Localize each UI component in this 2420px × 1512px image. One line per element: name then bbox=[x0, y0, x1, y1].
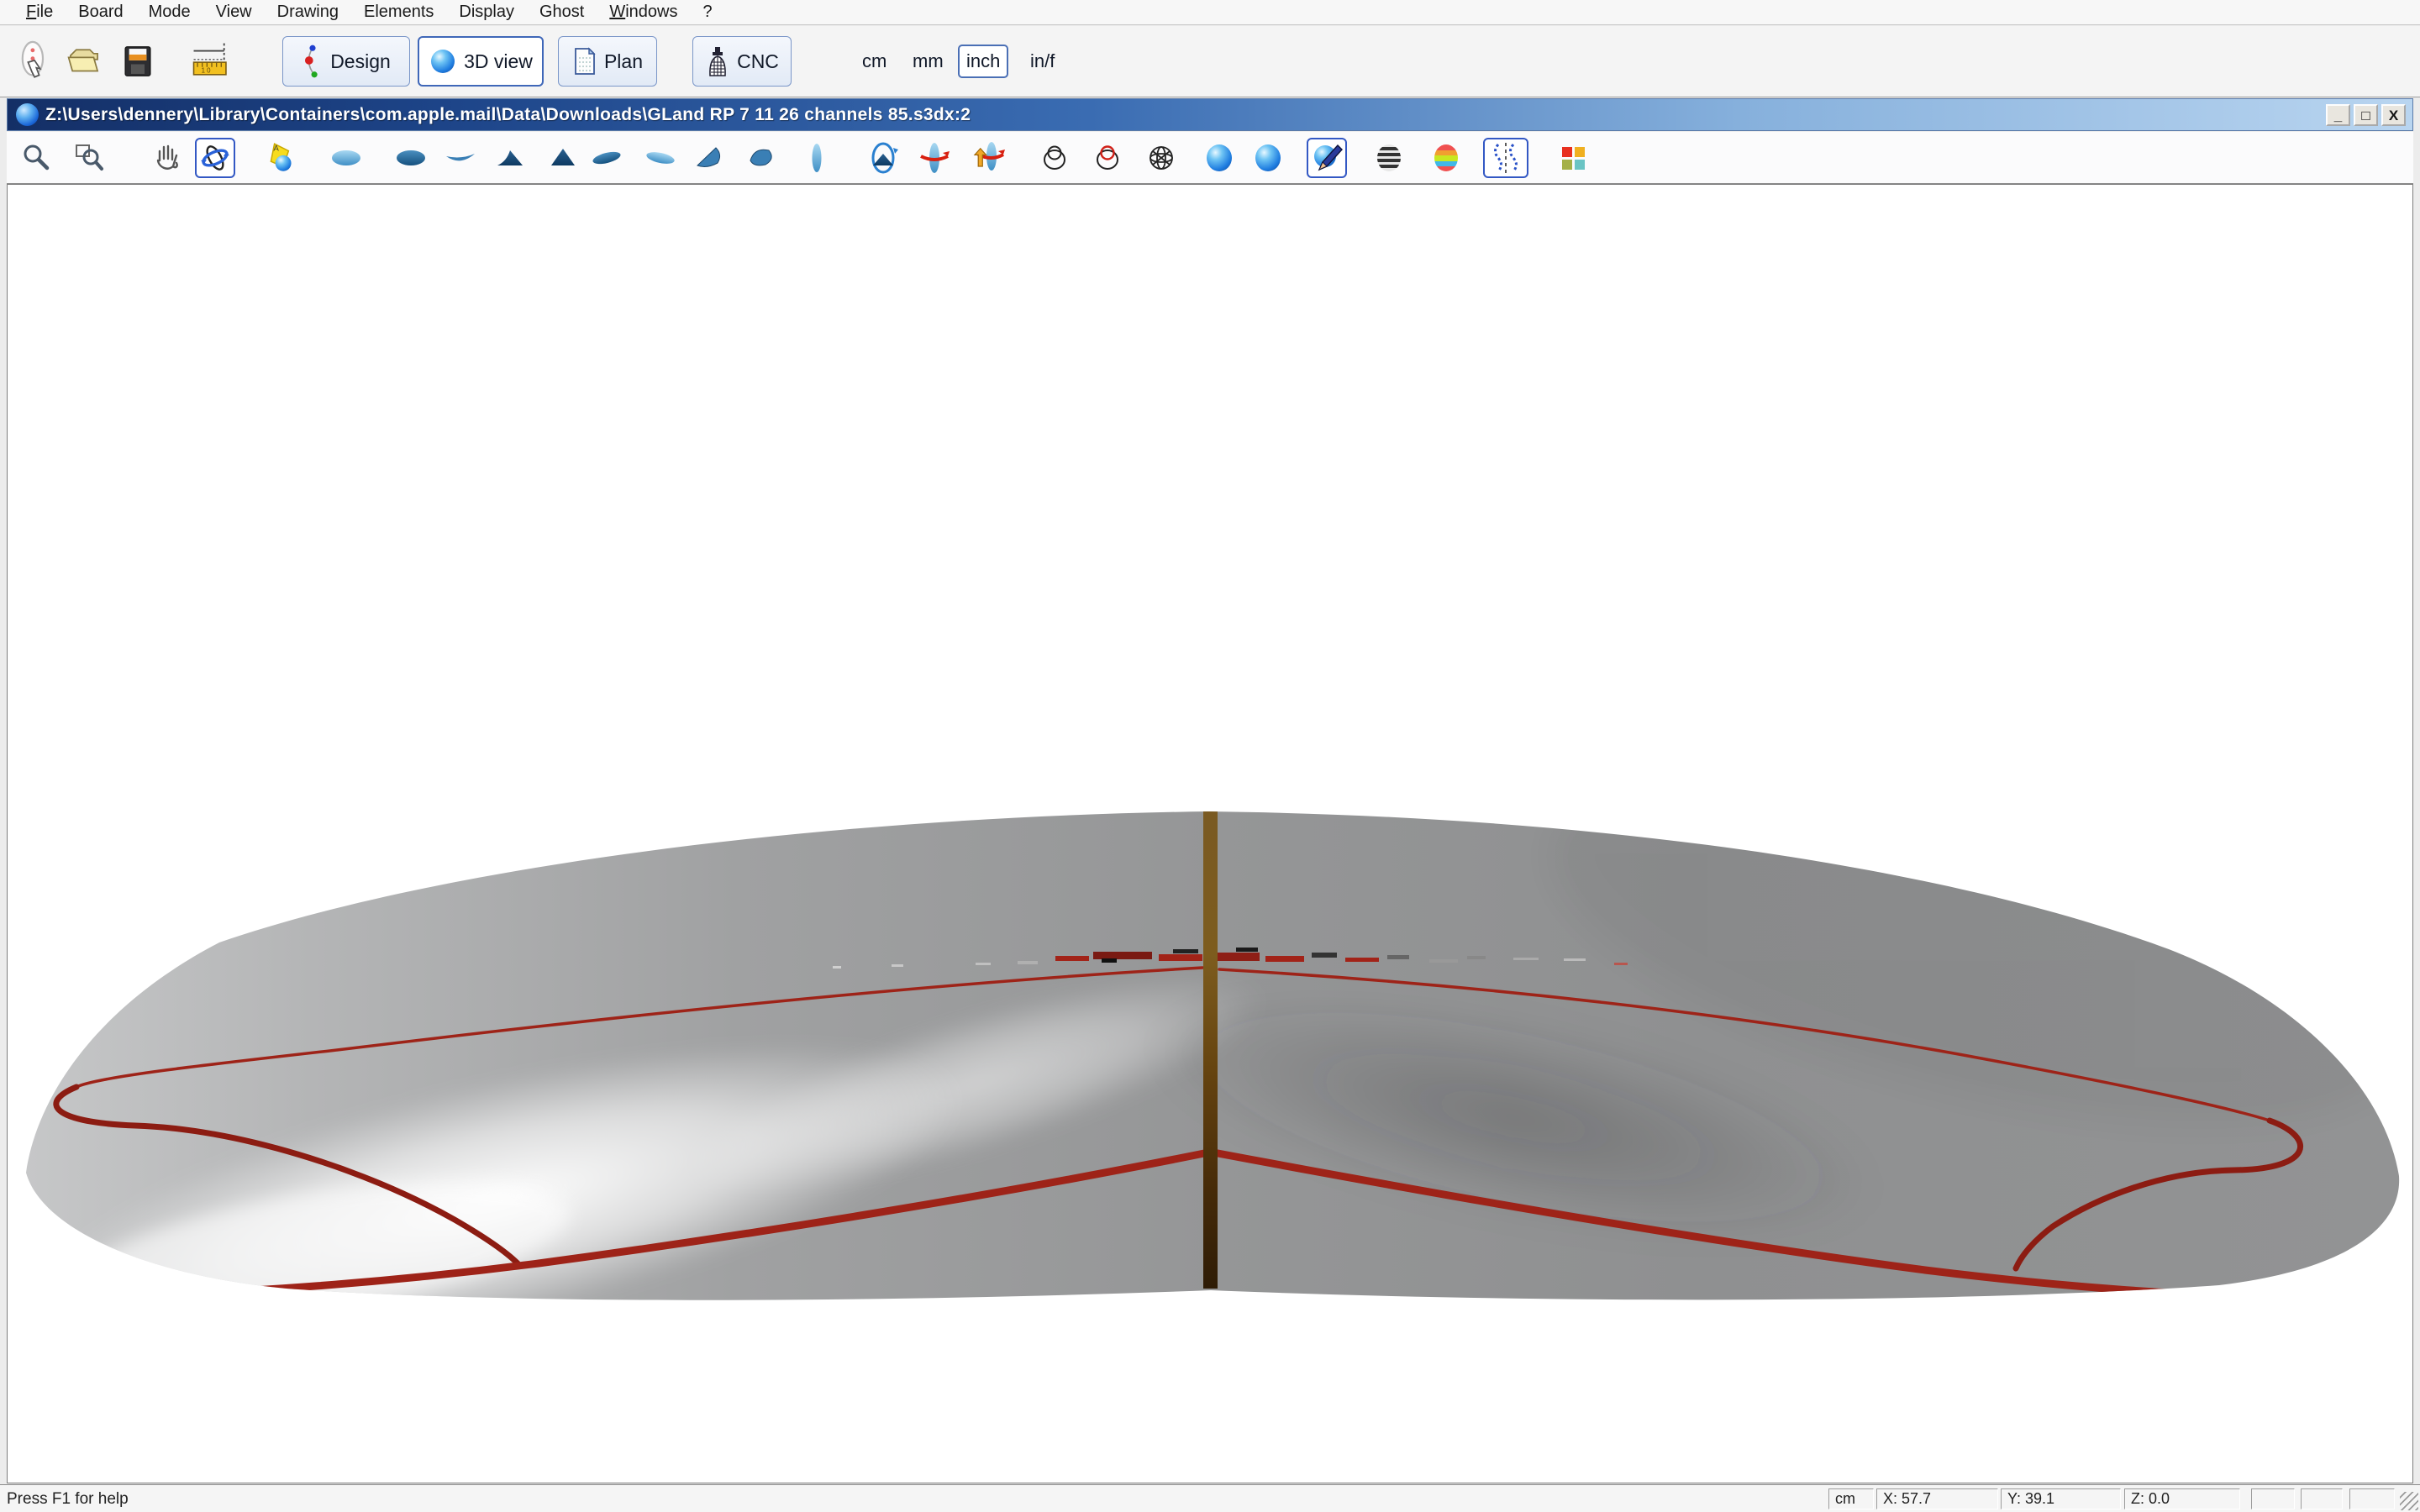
3d-view-button-label: 3D view bbox=[464, 50, 533, 73]
unit-cm[interactable]: cm bbox=[855, 45, 893, 78]
menu-drawing[interactable]: Drawing bbox=[265, 1, 351, 24]
menu-file[interactable]: File bbox=[13, 1, 66, 24]
wireframe-mesh-icon[interactable] bbox=[1141, 138, 1181, 178]
view-perspective-4-icon[interactable] bbox=[741, 138, 781, 178]
resize-grip[interactable] bbox=[2400, 1492, 2418, 1510]
menu-board[interactable]: Board bbox=[66, 1, 135, 24]
stringer bbox=[1203, 811, 1218, 1289]
view-rocker-icon[interactable] bbox=[440, 138, 481, 178]
maximize-button[interactable]: □ bbox=[2354, 104, 2378, 126]
board-new-icon[interactable] bbox=[12, 38, 55, 85]
status-empty-3 bbox=[2349, 1488, 2395, 1509]
svg-text:A: A bbox=[274, 144, 280, 154]
status-x: X: 57.7 bbox=[1876, 1488, 1998, 1509]
cnc-button-label: CNC bbox=[737, 50, 779, 73]
3d-viewport[interactable] bbox=[7, 184, 2413, 1483]
view-perspective-1-icon[interactable] bbox=[587, 138, 627, 178]
minimize-button[interactable]: _ bbox=[2326, 104, 2350, 126]
plan-button-label: Plan bbox=[604, 50, 643, 73]
view-nose-icon[interactable] bbox=[490, 138, 530, 178]
wireframe-icon[interactable] bbox=[1034, 138, 1075, 178]
plan-button[interactable]: Plan bbox=[558, 36, 657, 87]
menu-mode[interactable]: Mode bbox=[136, 1, 203, 24]
zoom-icon[interactable] bbox=[16, 138, 56, 178]
cnc-button[interactable]: CNC bbox=[692, 36, 792, 87]
color-palette-icon[interactable] bbox=[1553, 138, 1593, 178]
menu-bar: File Board Mode View Drawing Elements Di… bbox=[0, 0, 2420, 25]
document-icon bbox=[16, 103, 39, 126]
unit-inf[interactable]: in/f bbox=[1023, 45, 1061, 78]
flow-lines-icon[interactable] bbox=[1483, 138, 1528, 178]
rotate-axis-icon[interactable] bbox=[914, 138, 955, 178]
rotate-3d-icon[interactable] bbox=[195, 138, 235, 178]
design-button-label: Design bbox=[330, 50, 391, 73]
menu-ghost[interactable]: Ghost bbox=[527, 1, 597, 24]
status-z: Z: 0.0 bbox=[2124, 1488, 2240, 1509]
design-button[interactable]: Design bbox=[282, 36, 410, 87]
svg-text:1 0: 1 0 bbox=[202, 67, 212, 75]
menu-elements[interactable]: Elements bbox=[351, 1, 446, 24]
rotate-view-icon[interactable] bbox=[863, 138, 903, 178]
status-unit: cm bbox=[1828, 1488, 1874, 1509]
render-curvature-icon[interactable] bbox=[1426, 138, 1466, 178]
render-shaded-icon[interactable] bbox=[1199, 138, 1239, 178]
render-smooth-icon[interactable] bbox=[1248, 138, 1288, 178]
unit-mm[interactable]: mm bbox=[906, 45, 950, 78]
menu-display[interactable]: Display bbox=[446, 1, 527, 24]
main-toolbar: 1 0 Design 3D view Plan bbox=[0, 26, 2420, 97]
wireframe-slices-icon[interactable] bbox=[1087, 138, 1128, 178]
close-button[interactable]: X bbox=[2381, 104, 2406, 126]
render-stripes-icon[interactable] bbox=[1369, 138, 1409, 178]
status-help-text: Press F1 for help bbox=[7, 1490, 129, 1509]
view-perspective-3-icon[interactable] bbox=[690, 138, 730, 178]
menu-help[interactable]: ? bbox=[690, 1, 724, 24]
surfboard-3d-render bbox=[8, 185, 2412, 1483]
view-outline-icon[interactable] bbox=[797, 138, 837, 178]
save-floppy-icon[interactable] bbox=[116, 38, 160, 85]
status-empty-1 bbox=[2251, 1488, 2295, 1509]
zoom-window-icon[interactable] bbox=[69, 138, 109, 178]
menu-windows[interactable]: Windows bbox=[597, 1, 690, 24]
menu-view[interactable]: View bbox=[203, 1, 265, 24]
unit-inch[interactable]: inch bbox=[958, 45, 1008, 78]
light-source-icon[interactable]: A bbox=[261, 138, 302, 178]
rotate-flip-icon[interactable] bbox=[968, 138, 1008, 178]
document-title-bar[interactable]: Z:\Users\dennery\Library\Containers\com.… bbox=[7, 98, 2413, 131]
status-y: Y: 39.1 bbox=[2001, 1488, 2121, 1509]
3d-view-button[interactable]: 3D view bbox=[418, 36, 544, 87]
render-paint-icon[interactable] bbox=[1307, 138, 1347, 178]
view-top-icon[interactable] bbox=[326, 138, 366, 178]
pan-hand-icon[interactable] bbox=[147, 138, 187, 178]
dimensions-ruler-icon[interactable]: 1 0 bbox=[190, 38, 234, 85]
view-tail-icon[interactable] bbox=[543, 138, 583, 178]
document-title: Z:\Users\dennery\Library\Containers\com.… bbox=[45, 105, 971, 125]
status-bar: Press F1 for help cm X: 57.7 Y: 39.1 Z: … bbox=[0, 1484, 2420, 1512]
status-empty-2 bbox=[2301, 1488, 2343, 1509]
view-toolbar: A bbox=[7, 132, 2413, 184]
open-folder-icon[interactable] bbox=[62, 38, 106, 85]
view-perspective-2-icon[interactable] bbox=[640, 138, 681, 178]
view-bottom-icon[interactable] bbox=[391, 138, 431, 178]
